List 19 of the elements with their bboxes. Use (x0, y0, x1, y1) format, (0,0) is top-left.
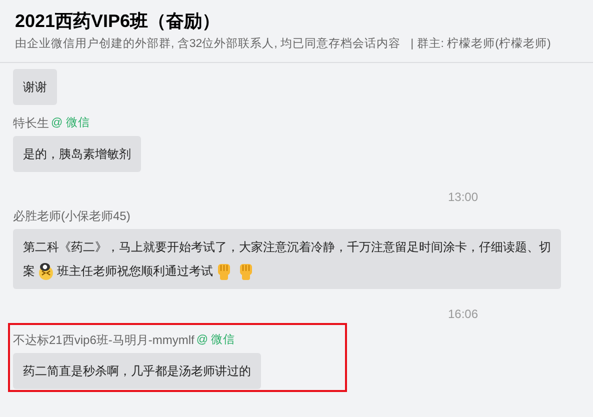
message-time: 13:00 (448, 189, 478, 206)
sender-name: 必胜老师(小保老师45) (13, 208, 130, 225)
wechat-tag: @ 微信 (51, 113, 90, 133)
raised-fist-icon (237, 261, 255, 281)
message-time: 16:06 (448, 306, 478, 323)
chat-title: 2021西药VIP6班（奋励） (15, 10, 222, 33)
message-text: 案 (23, 263, 35, 280)
message-text: 班主任老师祝您顺利通过考试 (57, 263, 213, 280)
message-text: 谢谢 (23, 79, 47, 96)
grimacing-face-icon (36, 261, 56, 281)
message-text: 第二科《药二》，马上就要开始考试了，大家注意沉着冷静，千万注意留足时间涂卡，仔细读题、切 (23, 239, 551, 256)
wechat-tag: @ 微信 (196, 330, 236, 350)
sender-name: 不达标21西vip6班-马明月-mmymlf (13, 332, 194, 349)
message-text: 药二简直是秒杀啊，几乎都是汤老师讲过的 (23, 363, 251, 380)
raised-fist-icon (215, 261, 233, 281)
sender-name: 特长生 (13, 115, 49, 132)
group-owner: | 群主: 柠檬老师(柠檬老师) (410, 36, 551, 52)
group-description: 由企业微信用户创建的外部群, 含32位外部联系人, 均已同意存档会话内容 (15, 36, 401, 52)
message-text: 是的，胰岛素增敏剂 (23, 146, 131, 163)
